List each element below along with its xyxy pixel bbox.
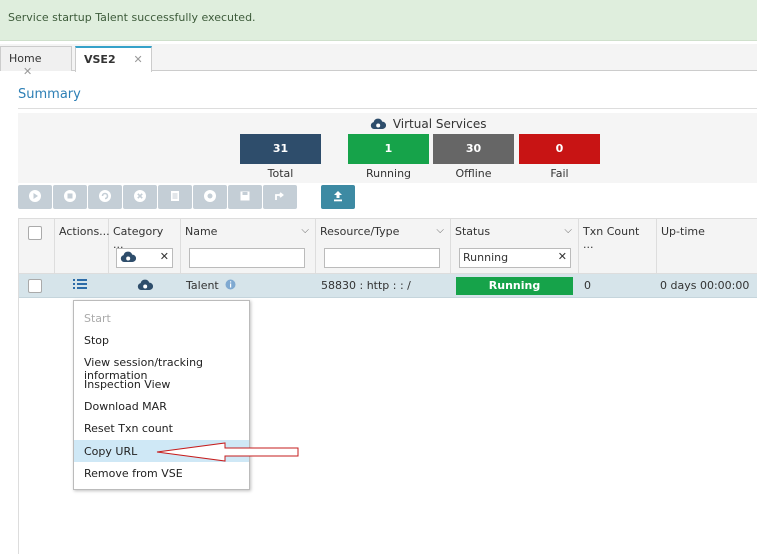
txn-count: 0 <box>584 279 591 292</box>
header-uptime-label: Up-time <box>661 225 705 238</box>
redeploy-icon <box>273 189 287 206</box>
tab-home[interactable]: Home ✕ <box>0 46 72 78</box>
menu-item-inspection-view[interactable]: Inspection View <box>74 373 249 395</box>
notification-text: Service startup Talent successfully exec… <box>8 11 256 24</box>
redeploy-button[interactable] <box>263 185 297 209</box>
table-row[interactable]: Talent 58830 : http : : / Running 0 0 da… <box>19 274 757 298</box>
name-filter[interactable] <box>189 248 305 268</box>
document-button[interactable] <box>158 185 192 209</box>
header-resource[interactable]: Resource/Type ⌵ <box>316 219 451 275</box>
play-icon <box>28 189 42 206</box>
header-status-label: Status <box>455 225 491 238</box>
cancel-button[interactable] <box>123 185 157 209</box>
service-name-text: Talent <box>186 279 219 292</box>
refresh-icon <box>98 189 112 206</box>
clear-filter-icon[interactable]: ✕ <box>558 250 567 263</box>
upload-icon <box>331 189 345 206</box>
total-label: Total <box>267 167 294 180</box>
table-header: Actions... Category ... ✕ Name ⌵ Resourc… <box>19 218 757 275</box>
header-txn-count-label: Txn Count ... <box>583 225 640 251</box>
info-icon[interactable] <box>225 279 236 290</box>
summary-divider <box>18 108 757 109</box>
tab-vse2-label: VSE2 <box>84 53 116 66</box>
chevron-down-icon[interactable]: ⌵ <box>564 225 572 236</box>
service-name[interactable]: Talent <box>186 274 236 298</box>
fail-count-box[interactable]: 0 <box>519 134 600 164</box>
chevron-down-icon[interactable]: ⌵ <box>436 225 444 236</box>
virtual-services-heading: Virtual Services <box>370 117 486 133</box>
start-button[interactable] <box>18 185 52 209</box>
header-category[interactable]: Category ... ✕ <box>109 219 181 275</box>
header-txn-count[interactable]: Txn Count ... <box>579 219 657 275</box>
deploy-icon <box>203 189 217 206</box>
cloud-icon <box>137 274 154 298</box>
upload-button[interactable] <box>321 185 355 209</box>
tab-vse2[interactable]: VSE2 ✕ <box>75 46 152 72</box>
header-name-label: Name <box>185 225 218 238</box>
status-filter-value: Running <box>463 251 509 264</box>
document-icon <box>168 189 182 206</box>
select-all-checkbox[interactable] <box>28 226 42 240</box>
menu-item-start: Start <box>84 312 111 325</box>
header-uptime[interactable]: Up-time <box>657 219 757 275</box>
running-label: Running <box>365 167 412 180</box>
summary-title: Summary <box>18 87 81 102</box>
header-name[interactable]: Name ⌵ <box>181 219 316 275</box>
resource-type: 58830 : http : : / <box>321 279 411 292</box>
save-icon <box>238 189 252 206</box>
cloud-icon <box>370 118 387 133</box>
deploy-button[interactable] <box>193 185 227 209</box>
stop-button[interactable] <box>53 185 87 209</box>
restart-button[interactable] <box>88 185 122 209</box>
header-status[interactable]: Status ⌵ Running ✕ <box>451 219 579 275</box>
annotation-arrow <box>156 442 299 462</box>
running-count-box[interactable]: 1 <box>348 134 429 164</box>
total-count-box[interactable]: 31 <box>240 134 321 164</box>
header-actions[interactable]: Actions... <box>55 219 110 275</box>
fail-label: Fail <box>550 167 569 180</box>
offline-label: Offline <box>455 167 492 180</box>
cloud-icon <box>120 251 137 262</box>
offline-count-box[interactable]: 30 <box>433 134 514 164</box>
success-notification: Service startup Talent successfully exec… <box>0 0 757 41</box>
close-icon[interactable]: ✕ <box>133 53 142 66</box>
header-actions-label: Actions... <box>59 225 110 238</box>
menu-item-download-mar[interactable]: Download MAR <box>74 395 249 417</box>
header-resource-label: Resource/Type <box>320 225 400 238</box>
virtual-services-label: Virtual Services <box>392 117 487 131</box>
close-icon[interactable]: ✕ <box>23 65 32 78</box>
tab-home-label: Home <box>9 52 42 65</box>
menu-item-stop[interactable]: Stop <box>74 329 249 351</box>
chevron-down-icon[interactable]: ⌵ <box>301 225 309 236</box>
menu-item-reset-txn[interactable]: Reset Txn count <box>74 417 249 439</box>
uptime: 0 days 00:00:00 <box>660 279 750 292</box>
stop-icon <box>63 189 77 206</box>
tab-bar: Home ✕ VSE2 ✕ <box>0 44 757 78</box>
save-button[interactable] <box>228 185 262 209</box>
cancel-icon <box>133 189 147 206</box>
header-select <box>19 219 55 275</box>
status-badge: Running <box>456 277 573 295</box>
menu-item-view-session[interactable]: View session/tracking information <box>74 351 249 382</box>
category-filter[interactable]: ✕ <box>116 248 173 268</box>
clear-filter-icon[interactable]: ✕ <box>160 250 169 263</box>
status-filter[interactable]: Running ✕ <box>459 248 571 268</box>
row-checkbox[interactable] <box>28 279 42 293</box>
row-actions-menu-icon[interactable] <box>73 274 87 298</box>
resource-filter[interactable] <box>324 248 440 268</box>
